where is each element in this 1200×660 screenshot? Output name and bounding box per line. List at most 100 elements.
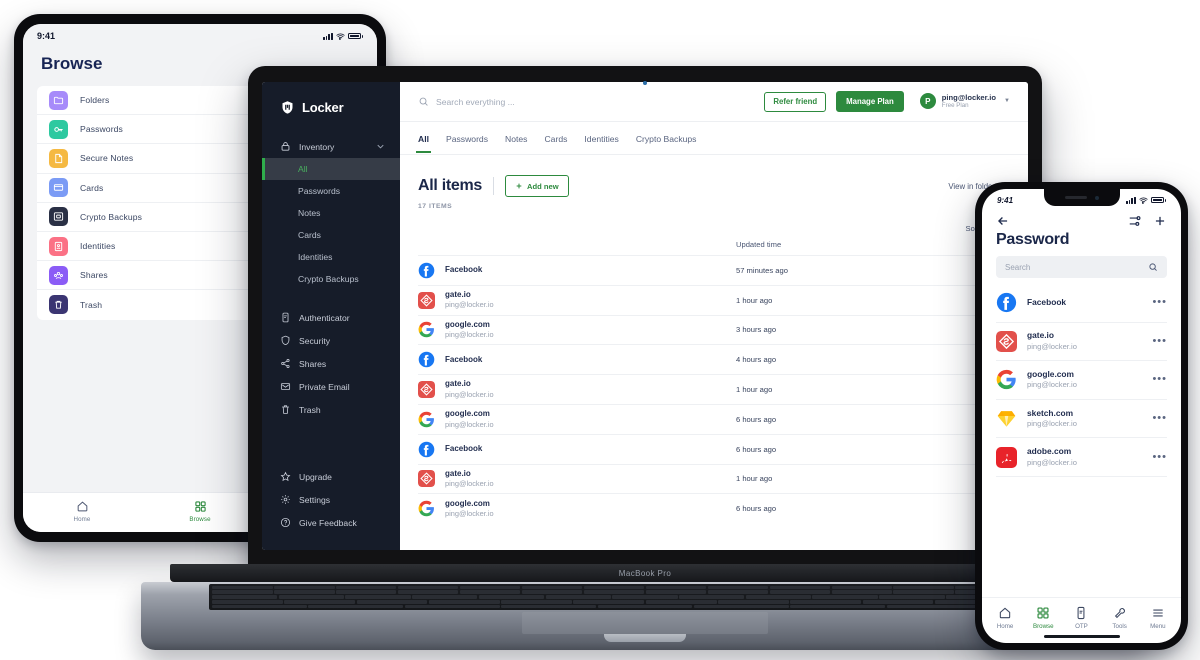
sidebar-section-inventory[interactable]: Inventory <box>262 135 400 158</box>
facebook-icon <box>418 441 435 457</box>
sidebar-item-identities[interactable]: Identities <box>262 246 400 268</box>
item-entry[interactable]: Facebook <box>418 441 736 458</box>
tab-identities[interactable]: Identities <box>584 125 618 152</box>
mail-icon <box>280 383 291 390</box>
sidebar-item-cards[interactable]: Cards <box>262 224 400 246</box>
table-row[interactable]: gate.io ping@locker.io 1 hour ago <box>418 284 1010 315</box>
sidebar-item-shares[interactable]: Shares <box>262 352 400 375</box>
item-entry[interactable]: gate.io ping@locker.io <box>418 379 736 399</box>
plus-icon <box>1155 216 1165 226</box>
item-overflow-menu[interactable]: ••• <box>1152 297 1167 308</box>
account-plan: Free Plan <box>941 102 969 110</box>
tab-notes[interactable]: Notes <box>505 125 527 152</box>
phone-search-placeholder: Search <box>1005 262 1031 272</box>
browse-icon <box>1037 606 1049 619</box>
sidebar-item-crypto-backups[interactable]: Crypto Backups <box>262 268 400 290</box>
item-entry[interactable]: Facebook <box>418 351 736 368</box>
item-entry[interactable]: Facebook <box>418 262 736 279</box>
phone-tab-tools[interactable]: Tools <box>1102 606 1138 630</box>
list-item[interactable]: adobe.com ping@locker.io ••• <box>996 438 1167 477</box>
base-notch <box>604 634 686 642</box>
table-row[interactable]: google.com ping@locker.io 6 hours ago <box>418 493 1010 523</box>
list-item[interactable]: sketch.com ping@locker.io ••• <box>996 400 1167 439</box>
tab-all[interactable]: All <box>416 125 431 153</box>
phone-status-icons <box>1125 196 1166 205</box>
sidebar-item-notes[interactable]: Notes <box>262 202 400 224</box>
item-overflow-menu[interactable]: ••• <box>1152 335 1167 347</box>
add-button[interactable] <box>1153 214 1167 228</box>
item-entry[interactable]: google.com ping@locker.io <box>418 409 736 429</box>
phone-tab-home[interactable]: Home <box>987 606 1023 630</box>
sidebar-item-upgrade[interactable]: Upgrade <box>262 465 400 488</box>
phone-notch <box>1043 189 1120 206</box>
search-input[interactable]: Search everything ... <box>418 96 754 107</box>
sketch-icon <box>997 411 1016 427</box>
list-item[interactable]: gate.io ping@locker.io ••• <box>996 323 1167 362</box>
google-icon <box>418 411 434 428</box>
sidebar-item-passwords[interactable]: Passwords <box>262 180 400 202</box>
tablet-tab-home[interactable]: Home <box>52 500 112 523</box>
item-overflow-menu[interactable]: ••• <box>1152 451 1167 463</box>
sidebar-item-all[interactable]: All <box>262 158 400 180</box>
manage-plan-button[interactable]: Manage Plan <box>836 91 904 112</box>
gateio-icon <box>996 330 1017 352</box>
refer-friend-button[interactable]: Refer friend <box>764 91 827 112</box>
table-row[interactable]: Facebook 4 hours ago <box>418 344 1010 374</box>
trackpad <box>522 612 768 634</box>
sidebar-section-label: Inventory <box>299 141 335 152</box>
plus-icon <box>516 183 522 189</box>
phone-tab-otp[interactable]: OTP <box>1063 606 1099 630</box>
keyboard-row <box>212 585 1078 589</box>
item-username: ping@locker.io <box>445 389 494 399</box>
facebook-icon <box>418 262 435 279</box>
item-entry[interactable]: gate.io ping@locker.io <box>418 290 736 310</box>
col-updated-time: Updated time <box>736 239 782 249</box>
tab-passwords[interactable]: Passwords <box>446 125 488 152</box>
note-icon <box>49 148 68 168</box>
table-row[interactable]: Facebook 6 hours ago <box>418 433 1010 464</box>
sidebar-item-trash[interactable]: Trash <box>262 398 400 421</box>
tab-crypto-backups[interactable]: Crypto Backups <box>636 125 697 152</box>
phone-tab-browse[interactable]: Browse <box>1025 606 1061 630</box>
table-row[interactable]: google.com ping@locker.io 3 hours ago <box>418 314 1010 345</box>
table-row[interactable]: gate.io ping@locker.io 1 hour ago <box>418 374 1010 404</box>
sidebar-item-settings[interactable]: Settings <box>262 488 400 511</box>
gateio-icon <box>418 291 435 309</box>
item-username: ping@locker.io <box>445 508 494 518</box>
brand-logo[interactable]: Locker <box>262 100 400 135</box>
account-menu[interactable]: P ping@locker.io Free Plan ▼ <box>919 93 1010 110</box>
item-entry[interactable]: google.com ping@locker.io <box>418 320 736 340</box>
sidebar-nav-label: Security <box>299 335 331 346</box>
home-icon <box>77 501 87 512</box>
sort-control[interactable]: Sorted by ▼ <box>418 224 1010 233</box>
sketch-icon <box>996 408 1017 429</box>
table-row[interactable]: Facebook 57 minutes ago <box>418 255 1010 285</box>
tab-cards[interactable]: Cards <box>544 125 567 152</box>
item-overflow-menu[interactable]: ••• <box>1152 374 1167 385</box>
sidebar-item-security[interactable]: Security <box>262 329 400 352</box>
phone-tab-menu[interactable]: Menu <box>1140 606 1176 630</box>
item-entry[interactable]: google.com ping@locker.io <box>418 499 736 519</box>
sidebar-item-authenticator[interactable]: Authenticator <box>262 306 400 329</box>
phone-search-input[interactable]: Search <box>996 256 1167 278</box>
phone-tab-label: Home <box>996 622 1014 630</box>
item-count: 17 ITEMS <box>418 203 453 210</box>
sidebar-item-private-email[interactable]: Private Email <box>262 375 400 398</box>
list-item[interactable]: google.com ping@locker.io ••• <box>996 361 1167 400</box>
arrow-left-icon <box>998 217 1008 225</box>
item-overflow-menu[interactable]: ••• <box>1152 413 1167 424</box>
phone-item-list: Facebook ••• gate.io ping@locker.io ••• googl… <box>982 284 1181 597</box>
tablet-tab-browse[interactable]: Browse <box>170 500 230 523</box>
item-entry[interactable]: gate.io ping@locker.io <box>418 469 736 489</box>
back-button[interactable] <box>996 214 1010 228</box>
list-item[interactable]: Facebook ••• <box>996 284 1167 323</box>
app-main: Search everything ... Refer friend Manag… <box>400 82 1028 550</box>
sidebar-item-give-feedback[interactable]: Give Feedback <box>262 511 400 534</box>
add-new-button[interactable]: Add new <box>505 175 569 197</box>
add-new-label: Add new <box>527 181 559 191</box>
table-row[interactable]: google.com ping@locker.io 6 hours ago <box>418 403 1010 434</box>
filter-button[interactable] <box>1128 214 1142 228</box>
table-row[interactable]: gate.io ping@locker.io 1 hour ago <box>418 463 1010 494</box>
sidebar-sub-label: Crypto Backups <box>298 274 359 284</box>
speaker-icon <box>1064 196 1087 199</box>
